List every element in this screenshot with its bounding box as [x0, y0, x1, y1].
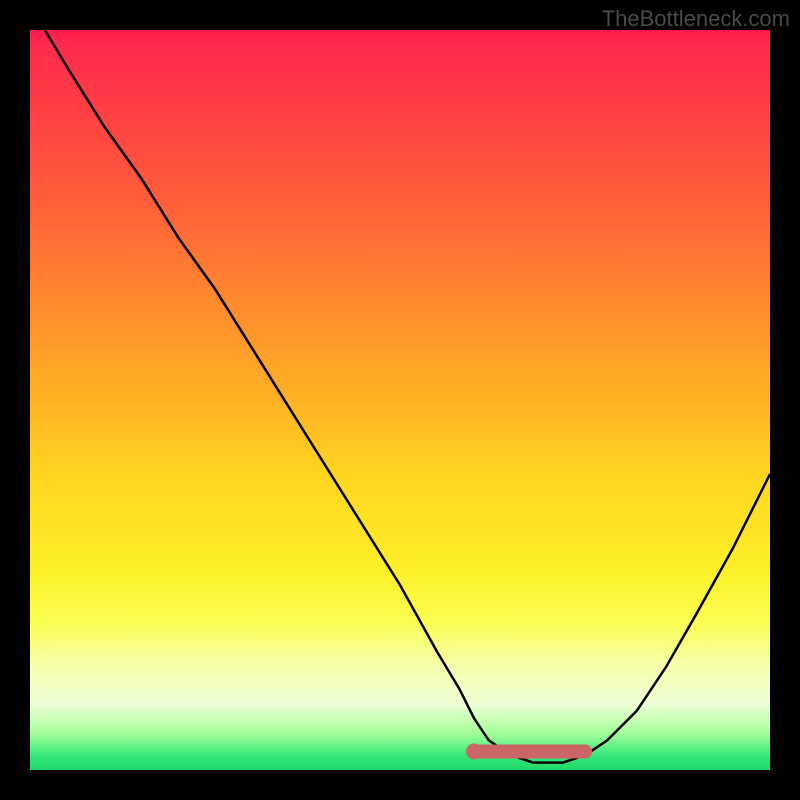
chart-plot-area	[30, 30, 770, 770]
watermark-text: TheBottleneck.com	[602, 6, 790, 32]
bottleneck-curve-line	[45, 30, 770, 763]
optimal-range-marker-dot	[466, 744, 482, 760]
chart-svg	[30, 30, 770, 770]
